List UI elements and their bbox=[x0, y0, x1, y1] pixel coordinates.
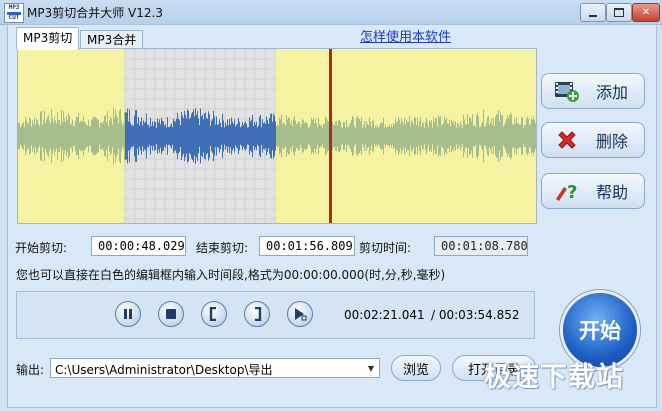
playhead[interactable] bbox=[329, 49, 332, 223]
cut-duration-label: 剪切时间: bbox=[359, 241, 412, 255]
player-panel: 00:02:21.041 / 00:03:54.852 bbox=[16, 291, 535, 339]
output-path-value: C:\Users\Administrator\Desktop\导出 bbox=[55, 363, 273, 377]
delete-button[interactable]: 删除 bbox=[541, 122, 645, 158]
close-button[interactable] bbox=[632, 3, 660, 22]
end-cut-label: 结束剪切: bbox=[196, 241, 249, 255]
window-title: MP3剪切合并大师 V12.3 bbox=[27, 6, 163, 20]
red-x-icon bbox=[554, 128, 580, 152]
end-cut-field[interactable]: 00:01:56.809 bbox=[259, 236, 355, 256]
play-selection-icon bbox=[295, 308, 307, 321]
film-add-icon bbox=[554, 79, 580, 103]
tab-mp3-cut[interactable]: MP3剪切 bbox=[16, 27, 80, 50]
start-button-label: 开始 bbox=[579, 319, 621, 343]
tab-mp3-merge[interactable]: MP3合并 bbox=[80, 30, 144, 49]
help-button[interactable]: ? 帮助 bbox=[541, 173, 645, 209]
app-icon: MP3 CUT bbox=[4, 3, 24, 23]
mark-start-button[interactable] bbox=[201, 301, 227, 327]
format-hint: 您也可以直接在白色的编辑框内输入时间段,格式为00:00:00.000(时,分,… bbox=[16, 268, 446, 282]
pause-button[interactable] bbox=[115, 301, 141, 327]
title-bar: MP3 CUT MP3剪切合并大师 V12.3 bbox=[0, 0, 662, 25]
browse-button[interactable]: 浏览 bbox=[391, 355, 441, 381]
mark-start-icon bbox=[209, 307, 216, 321]
waveform-view[interactable] bbox=[17, 48, 537, 224]
waveform-svg[interactable] bbox=[18, 49, 536, 223]
start-cut-label: 开始剪切: bbox=[15, 241, 68, 255]
mark-end-icon bbox=[255, 307, 262, 321]
help-button-label: 帮助 bbox=[596, 183, 629, 202]
watermark-logo: 极速下载站 bbox=[484, 362, 624, 393]
minimize-button[interactable] bbox=[580, 3, 606, 22]
stop-button[interactable] bbox=[158, 301, 184, 327]
cut-duration-field: 00:01:08.780 bbox=[434, 236, 528, 256]
delete-button-label: 删除 bbox=[596, 132, 629, 151]
svg-text:?: ? bbox=[567, 182, 577, 203]
current-time: 00:02:21.041 bbox=[344, 308, 425, 322]
stop-icon bbox=[166, 309, 176, 319]
play-selection-button[interactable] bbox=[287, 301, 313, 327]
pause-icon bbox=[124, 309, 132, 319]
maximize-button[interactable] bbox=[606, 3, 632, 22]
main-panel: MP3剪切 MP3合并 怎样使用本软件 添加 删除 ? 帮助 开始剪切: 00:… bbox=[7, 24, 657, 408]
help-link[interactable]: 怎样使用本软件 bbox=[360, 26, 451, 45]
chevron-down-icon[interactable]: ▼ bbox=[363, 359, 379, 377]
help-question-icon: ? bbox=[554, 179, 580, 203]
output-label: 输出: bbox=[16, 363, 45, 377]
mark-end-button[interactable] bbox=[244, 301, 270, 327]
total-time: / 00:03:54.852 bbox=[431, 308, 520, 322]
output-path-select[interactable]: C:\Users\Administrator\Desktop\导出 ▼ bbox=[50, 358, 380, 378]
add-button[interactable]: 添加 bbox=[541, 73, 645, 109]
start-cut-field[interactable]: 00:00:48.029 bbox=[91, 236, 186, 256]
add-button-label: 添加 bbox=[596, 83, 629, 102]
